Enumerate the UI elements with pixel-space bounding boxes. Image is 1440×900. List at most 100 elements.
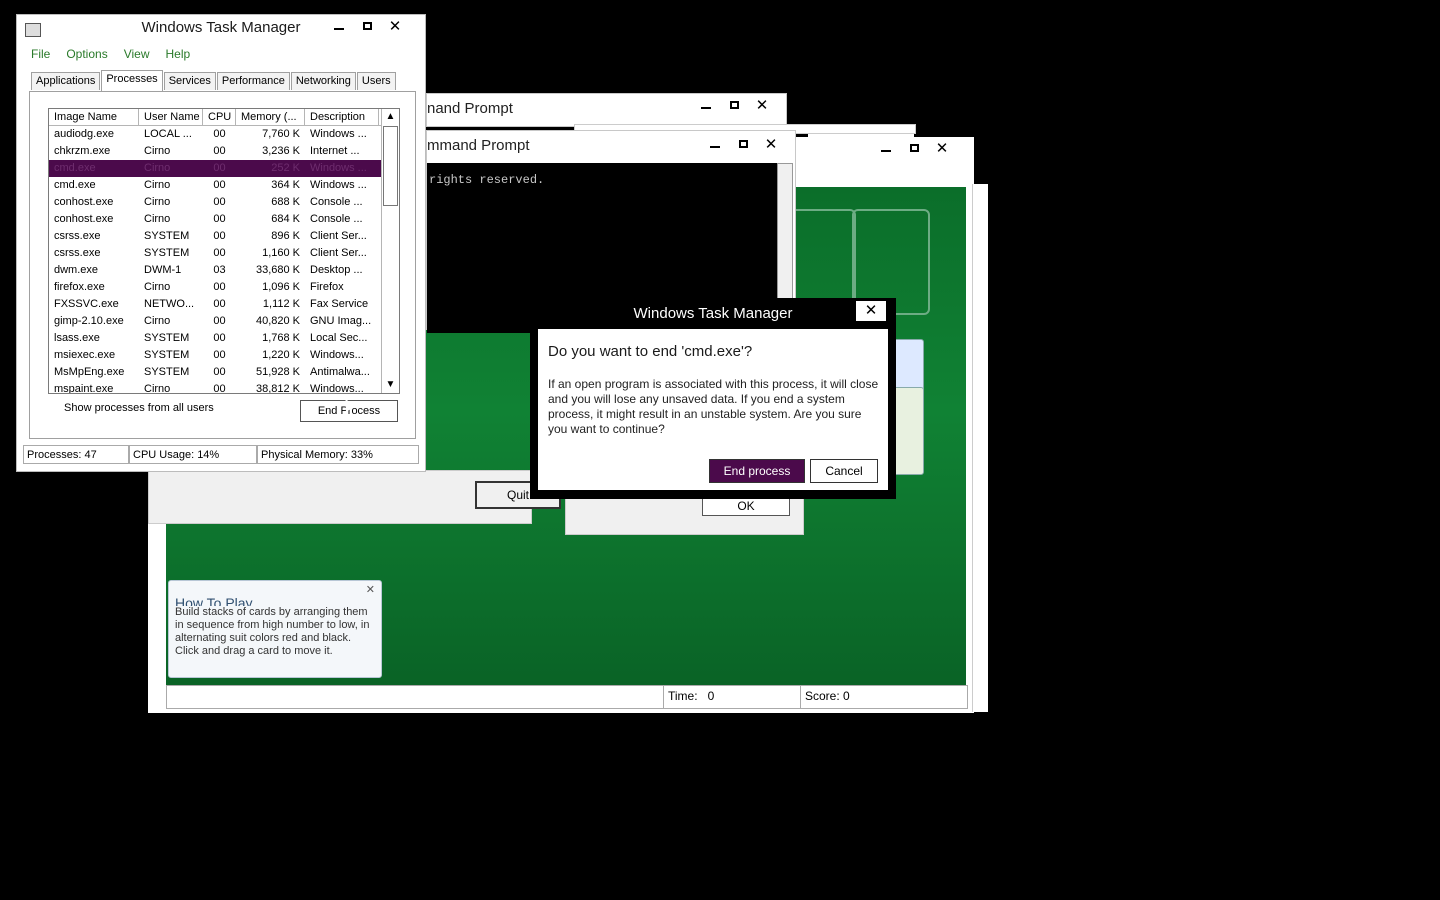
column-cpu[interactable]: CPU [203, 109, 236, 125]
tab-applications[interactable]: Applications [31, 72, 101, 90]
cell-user: NETWO... [144, 298, 195, 310]
column-user-name[interactable]: User Name [139, 109, 203, 125]
close-button[interactable]: ✕ [381, 15, 409, 37]
table-row[interactable]: conhost.exe Cirno 00 688 K Console ... [49, 194, 399, 211]
table-row[interactable]: MsMpEng.exe SYSTEM 00 51,928 K Antimalwa... [49, 364, 399, 381]
cell-cpu: 00 [213, 162, 226, 174]
cell-user: Cirno [144, 383, 171, 394]
dialog-question: Do you want to end 'cmd.exe'? [548, 343, 753, 360]
cell-user: Cirno [144, 315, 171, 327]
cell-image: FXSSVC.exe [54, 298, 119, 310]
minimize-button[interactable] [872, 137, 900, 159]
cell-desc: Desktop ... [310, 264, 363, 276]
close-button[interactable]: ✕ [855, 300, 887, 322]
cell-desc: Windows ... [310, 128, 367, 140]
scroll-down-icon[interactable]: ▼ [382, 377, 399, 393]
maximize-button[interactable] [900, 137, 928, 159]
window-title: nand Prompt [427, 100, 513, 117]
cell-memory: 896 K [271, 230, 300, 242]
process-list[interactable]: Image Name User Name CPU Memory (... Des… [48, 108, 400, 394]
maximize-button[interactable] [720, 94, 748, 116]
menu-view[interactable]: View [124, 47, 150, 61]
cell-desc: Internet ... [310, 145, 360, 157]
cell-cpu: 00 [213, 247, 226, 259]
cell-image: csrss.exe [54, 230, 101, 242]
close-button[interactable]: ✕ [928, 137, 956, 159]
table-row[interactable]: chkrzm.exe Cirno 00 3,236 K Internet ... [49, 143, 399, 160]
window-title: mmand Prompt [427, 137, 530, 154]
command-prompt-window-1: nand Prompt ✕ [426, 93, 787, 127]
cell-image: lsass.exe [54, 332, 100, 344]
tab-networking[interactable]: Networking [290, 72, 356, 90]
cell-desc: Console ... [310, 196, 363, 208]
cell-desc: Windows ... [310, 179, 367, 191]
column-memory[interactable]: Memory (... [236, 109, 305, 125]
window-edge [972, 184, 988, 712]
table-row[interactable]: msiexec.exe SYSTEM 00 1,220 K Windows... [49, 347, 399, 364]
table-row[interactable]: audiodg.exe LOCAL ... 00 7,760 K Windows ... [49, 126, 399, 143]
show-all-processes-label[interactable]: Show processes from all users [64, 402, 214, 414]
table-row[interactable]: conhost.exe Cirno 00 684 K Console ... [49, 211, 399, 228]
cpu-usage: CPU Usage: 14% [129, 445, 257, 464]
table-row[interactable]: lsass.exe SYSTEM 00 1,768 K Local Sec... [49, 330, 399, 347]
table-row[interactable]: cmd.exe Cirno 00 364 K Windows ... [49, 177, 399, 194]
table-row[interactable]: csrss.exe SYSTEM 00 1,160 K Client Ser... [49, 245, 399, 262]
menu-file[interactable]: File [31, 47, 50, 61]
tab-services[interactable]: Services [163, 72, 216, 90]
cell-user: Cirno [144, 196, 171, 208]
cell-image: audiodg.exe [54, 128, 114, 140]
processes-panel: Image Name User Name CPU Memory (... Des… [29, 91, 416, 439]
scroll-thumb[interactable] [383, 126, 398, 206]
table-row[interactable]: firefox.exe Cirno 00 1,096 K Firefox [49, 279, 399, 296]
column-description[interactable]: Description [305, 109, 379, 125]
cell-desc: Windows ... [310, 162, 367, 174]
cell-desc: Fax Service [310, 298, 369, 310]
minimize-button[interactable] [701, 133, 729, 155]
window-controls: ✕ [325, 15, 409, 37]
table-row[interactable]: gimp-2.10.exe Cirno 00 40,820 K GNU Imag... [49, 313, 399, 330]
cell-desc: Firefox [310, 281, 344, 293]
table-row[interactable]: dwm.exe DWM-1 03 33,680 K Desktop ... [49, 262, 399, 279]
menu-bar: File Options View Help [31, 47, 190, 61]
vertical-scrollbar[interactable] [777, 163, 793, 305]
dialog-body: Do you want to end 'cmd.exe'? If an open… [538, 329, 888, 490]
column-image-name[interactable]: Image Name [49, 109, 139, 125]
cell-memory: 688 K [271, 196, 300, 208]
card[interactable] [892, 387, 924, 475]
close-button[interactable]: ✕ [748, 94, 776, 116]
cell-user: SYSTEM [144, 332, 190, 344]
maximize-button[interactable] [729, 133, 757, 155]
cell-cpu: 00 [213, 281, 226, 293]
quit-dialog: Quit [148, 470, 561, 524]
menu-help[interactable]: Help [166, 47, 191, 61]
close-button[interactable]: ✕ [757, 133, 785, 155]
scroll-up-icon[interactable]: ▲ [382, 109, 399, 125]
tab-users[interactable]: Users [356, 72, 396, 90]
table-row[interactable]: mspaint.exe Cirno 00 38,812 K Windows... [49, 381, 399, 394]
menu-options[interactable]: Options [66, 47, 107, 61]
minimize-button[interactable] [325, 15, 353, 37]
vertical-scrollbar[interactable]: ▲ ▼ [381, 109, 399, 393]
cell-user: SYSTEM [144, 230, 190, 242]
cell-desc: GNU Imag... [310, 315, 372, 327]
cell-cpu: 00 [213, 196, 226, 208]
cell-cpu: 00 [213, 366, 226, 378]
maximize-button[interactable] [353, 15, 381, 37]
cell-desc: Console ... [310, 213, 363, 225]
table-row[interactable]: csrss.exe SYSTEM 00 896 K Client Ser... [49, 228, 399, 245]
end-process-confirm-button[interactable]: End process [709, 459, 805, 483]
close-icon[interactable]: ✕ [366, 583, 375, 596]
table-row[interactable]: cmd.exe Cirno 00 252 K Windows ... [49, 160, 399, 177]
ok-button[interactable]: OK [702, 496, 790, 516]
cell-desc: Client Ser... [310, 247, 367, 259]
window-controls: ✕ [701, 133, 785, 155]
cell-image: firefox.exe [54, 281, 105, 293]
cell-memory: 252 K [271, 162, 300, 174]
minimize-button[interactable] [692, 94, 720, 116]
cancel-button[interactable]: Cancel [810, 459, 878, 483]
table-row[interactable]: FXSSVC.exe NETWO... 00 1,112 K Fax Service [49, 296, 399, 313]
tab-performance[interactable]: Performance [216, 72, 290, 90]
cell-image: MsMpEng.exe [54, 366, 125, 378]
tab-processes[interactable]: Processes [101, 70, 163, 91]
cell-image: cmd.exe [54, 162, 96, 174]
